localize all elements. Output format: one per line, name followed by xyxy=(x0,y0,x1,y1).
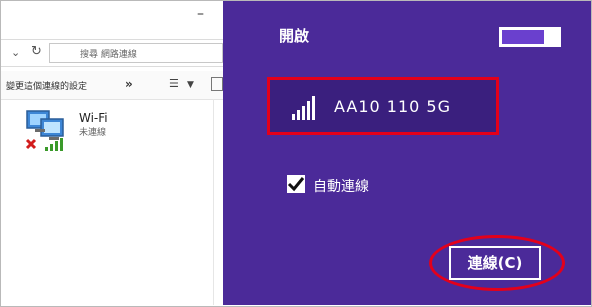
wifi-signal-icon xyxy=(292,96,315,120)
refresh-icon[interactable]: ↻ xyxy=(31,44,42,59)
checkbox-checked-icon xyxy=(287,177,305,192)
chevron-down-icon[interactable]: ⌄ xyxy=(11,46,20,59)
wifi-adapter-status: 未連線 xyxy=(79,128,107,138)
pane-divider xyxy=(213,99,214,305)
minimize-button[interactable]: – xyxy=(197,7,204,21)
search-placeholder: 搜尋 網路連線 xyxy=(80,50,137,60)
wifi-adapter-icon xyxy=(25,110,64,151)
network-item-selected[interactable]: AA10 110 5G xyxy=(267,77,499,135)
command-toolbar: 變更這個連線的設定 » ☰ ▼ xyxy=(1,71,223,100)
network-flyout: 開啟 AA10 110 5G 自動連線 連線(C) xyxy=(223,1,591,305)
title-bar: – xyxy=(1,1,223,29)
wifi-adapter-label: Wi-Fi xyxy=(79,111,108,125)
view-options-icon[interactable]: ☰ xyxy=(169,77,179,90)
address-bar: ⌄ ↻ 搜尋 網路連線 xyxy=(1,39,223,67)
wifi-toggle-label: 開啟 xyxy=(279,27,310,45)
network-connections-window: – ⌄ ↻ 搜尋 網路連線 變更這個連線的設定 » ☰ ▼ Wi-Fi 未連線 xyxy=(1,1,223,305)
toggle-knob xyxy=(548,27,561,47)
toggle-track xyxy=(502,30,544,44)
connect-button[interactable]: 連線(C) xyxy=(449,246,541,280)
wifi-toggle-switch[interactable] xyxy=(499,27,561,47)
auto-connect-checkbox[interactable] xyxy=(287,175,305,193)
more-commands-button[interactable]: » xyxy=(125,77,133,91)
view-dropdown-icon[interactable]: ▼ xyxy=(187,80,194,90)
change-connection-settings-button[interactable]: 變更這個連線的設定 xyxy=(6,79,87,92)
wifi-adapter-item[interactable]: Wi-Fi 未連線 xyxy=(23,107,213,157)
network-name: AA10 110 5G xyxy=(334,97,451,116)
preview-pane-icon[interactable] xyxy=(211,77,223,91)
auto-connect-label: 自動連線 xyxy=(313,179,369,195)
search-input[interactable]: 搜尋 網路連線 xyxy=(49,43,223,63)
